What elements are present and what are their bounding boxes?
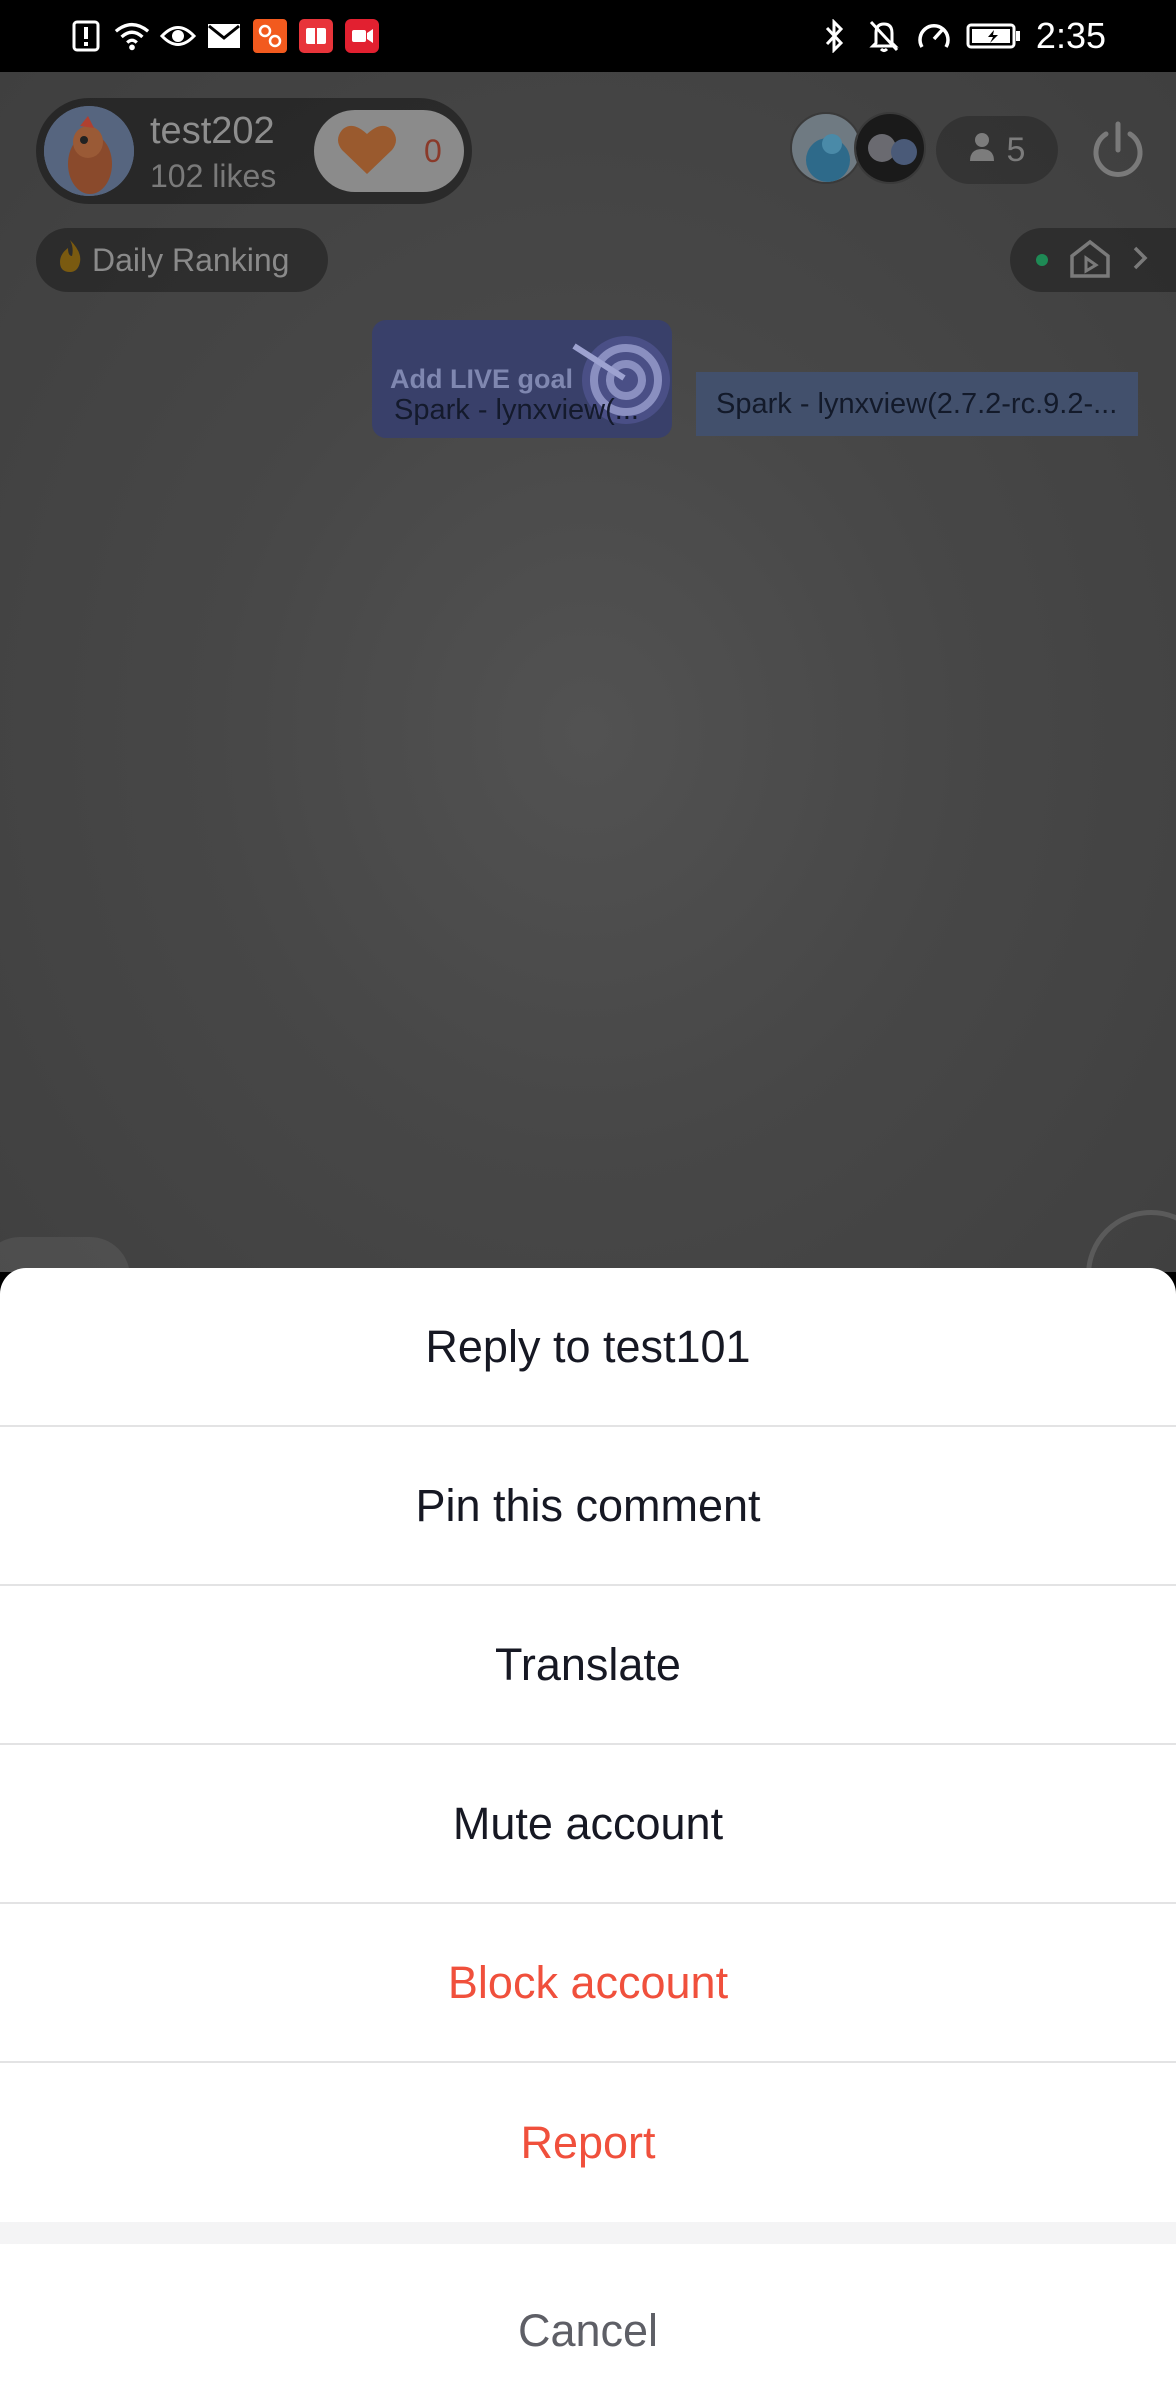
wifi-icon	[114, 18, 150, 54]
comment-input-edge	[0, 1237, 130, 1272]
battery-icon	[966, 18, 1022, 54]
live-goal-card[interactable]: Add LIVE goal Spark - lynxview(...	[372, 320, 672, 438]
status-bar: 2:35	[0, 0, 1176, 72]
host-likes: 102 likes	[150, 158, 277, 194]
chevron-right-icon	[1132, 245, 1148, 276]
app-red-book-icon	[298, 18, 334, 54]
status-time: 2:35	[1035, 15, 1106, 56]
video-camera-icon	[344, 18, 380, 54]
spark-debug-label: Spark - lynxview(2.7.2-rc.9.2-...	[696, 372, 1138, 436]
speedometer-icon	[916, 18, 952, 54]
pin-comment-option[interactable]: Pin this comment	[0, 1427, 1176, 1586]
bluetooth-icon	[816, 18, 852, 54]
home-icon	[1068, 238, 1112, 283]
host-name: test202	[150, 110, 275, 152]
gift-button-edge	[1086, 1210, 1176, 1272]
comment-action-sheet: Reply to test101 Pin this comment Transl…	[0, 1268, 1176, 2400]
sheet-divider	[0, 2222, 1176, 2244]
live-goal-spark-text: Spark - lynxview(...	[394, 394, 639, 426]
reply-option[interactable]: Reply to test101	[0, 1268, 1176, 1427]
like-button[interactable]: 0	[314, 110, 464, 192]
viewer-avatar[interactable]	[854, 112, 926, 184]
room-entry-pill[interactable]	[1010, 228, 1176, 292]
app-orange-icon	[252, 18, 288, 54]
person-icon	[969, 131, 995, 170]
status-bar-left-icons	[68, 14, 380, 58]
translate-option[interactable]: Translate	[0, 1586, 1176, 1745]
power-icon[interactable]	[1088, 120, 1148, 180]
online-dot	[1036, 254, 1048, 266]
host-info-pill[interactable]: test202 102 likes 0	[36, 98, 472, 204]
viewer-count-button[interactable]: 5	[936, 116, 1058, 184]
like-count: 0	[424, 132, 442, 169]
alert-icon	[68, 18, 104, 54]
report-option[interactable]: Report	[0, 2063, 1176, 2222]
bell-off-icon	[866, 18, 902, 54]
eye-icon	[160, 18, 196, 54]
viewer-avatar[interactable]	[790, 112, 862, 184]
host-avatar[interactable]	[44, 106, 134, 196]
status-bar-right-icons: 2:35	[816, 12, 1106, 60]
viewer-count: 5	[1006, 130, 1026, 169]
live-goal-title: Add LIVE goal	[390, 364, 574, 394]
mute-account-option[interactable]: Mute account	[0, 1745, 1176, 1904]
mail-icon	[206, 18, 242, 54]
heart-icon	[336, 122, 398, 181]
cancel-button[interactable]: Cancel	[0, 2244, 1176, 2400]
daily-ranking-label: Daily Ranking	[92, 241, 290, 278]
live-room-background: test202 102 likes 0 5 Daily Ranking Add …	[0, 72, 1176, 1272]
flame-icon	[56, 238, 84, 282]
daily-ranking-button[interactable]: Daily Ranking	[36, 228, 328, 292]
top-viewers[interactable]	[790, 112, 926, 184]
block-account-option[interactable]: Block account	[0, 1904, 1176, 2063]
